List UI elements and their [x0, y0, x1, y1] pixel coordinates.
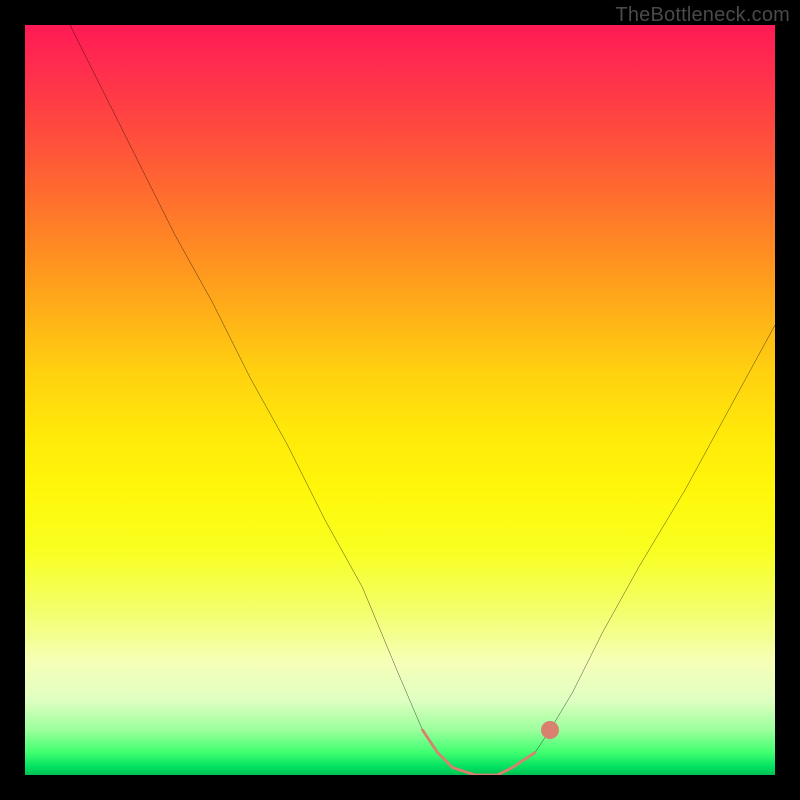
optimal-range-highlight [423, 730, 536, 775]
curve-line [70, 25, 775, 775]
plot-area [25, 25, 775, 775]
highlight-end-dot [541, 721, 559, 739]
bottleneck-curve [25, 25, 775, 775]
chart-frame: TheBottleneck.com [0, 0, 800, 800]
attribution-watermark: TheBottleneck.com [615, 4, 790, 27]
